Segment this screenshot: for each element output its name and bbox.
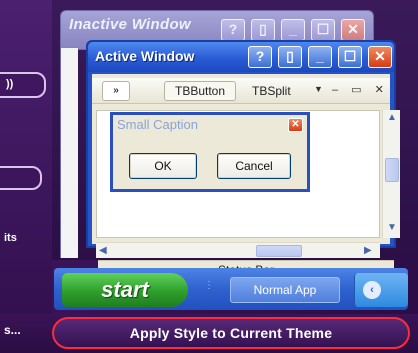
small-caption-dialog[interactable]: Small Caption ✕ OK Cancel [110,112,310,192]
scroll-right-icon[interactable]: ▶ [364,245,372,256]
inactive-minimize-button[interactable]: _ [281,19,305,41]
quick-launch-grip-icon[interactable]: ⋮ [204,280,214,291]
left-sidebar: )) its [0,0,52,315]
start-button[interactable]: start [62,273,188,307]
bottom-left-button[interactable]: s... [4,323,21,337]
bottom-bar: s... Apply Style to Current Theme [0,314,418,353]
horizontal-scrollbar[interactable]: ◀ ▶ [96,242,380,258]
inactive-window-title: Inactive Window [69,16,191,33]
tbsplit-button[interactable]: TBSplit [252,84,291,98]
ok-button[interactable]: OK [129,153,197,179]
inactive-help-button[interactable]: ? [221,19,245,41]
small-close-icon[interactable]: ✕ [288,118,303,132]
toolbar-chevron-button[interactable]: » [102,81,130,101]
toolbar: » TBButton TBSplit ▼ – ▭ ✕ [92,78,390,104]
tbbutton[interactable]: TBButton [164,81,236,101]
horizontal-scroll-thumb[interactable] [256,245,302,257]
mdi-controls[interactable]: – ▭ ✕ [332,83,389,96]
scroll-left-icon[interactable]: ◀ [99,245,107,256]
active-window-titlebar[interactable]: Active Window ? ▯ _ ☐ ✕ [88,42,394,72]
sidebar-pill-blank[interactable] [0,166,42,190]
sidebar-text: its [4,232,17,244]
scroll-up-icon[interactable]: ▲ [387,112,397,123]
sidebar-pill-label: )) [6,78,14,90]
small-dialog-title: Small Caption [117,117,198,132]
help-button[interactable]: ? [248,46,272,68]
active-window-title: Active Window [95,48,195,64]
vertical-scrollbar[interactable]: ▲ ▼ [382,110,400,238]
inactive-window-body [60,48,78,258]
apply-style-button[interactable]: Apply Style to Current Theme [52,317,410,349]
vertical-scroll-thumb[interactable] [385,158,399,182]
inactive-restore-button[interactable]: ▯ [251,19,275,41]
small-dialog-titlebar[interactable]: Small Caption ✕ [113,115,307,135]
cancel-button[interactable]: Cancel [217,153,291,179]
close-button[interactable]: ✕ [368,46,392,68]
inactive-close-button[interactable]: ✕ [341,19,365,41]
inactive-maximize-button[interactable]: ☐ [311,19,335,41]
maximize-button[interactable]: ☐ [338,46,362,68]
system-tray: ‹ [354,273,408,307]
restore-button[interactable]: ▯ [278,46,302,68]
taskbar: start ⋮ Normal App ‹ [54,268,408,310]
taskbar-app-button[interactable]: Normal App [230,277,340,303]
tray-arrow-icon[interactable]: ‹ [363,281,381,299]
scroll-down-icon[interactable]: ▼ [387,222,397,233]
minimize-button[interactable]: _ [308,46,332,68]
sidebar-pill-sound[interactable]: )) [0,72,46,98]
tbsplit-dropdown-icon[interactable]: ▼ [314,84,323,94]
